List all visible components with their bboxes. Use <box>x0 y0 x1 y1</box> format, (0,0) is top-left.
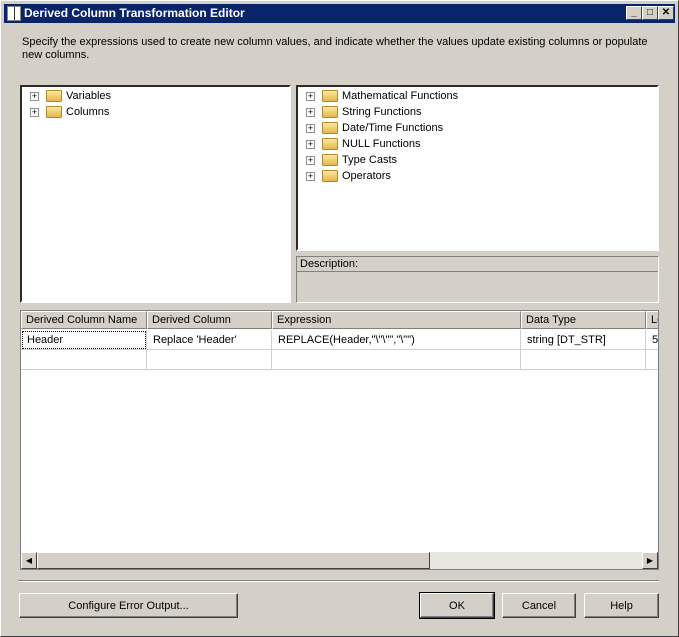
column-header-derived-column-name[interactable]: Derived Column Name <box>21 311 147 329</box>
scroll-left-icon[interactable]: ◀ <box>21 552 37 569</box>
new-row-cell[interactable] <box>21 350 147 370</box>
node-label: Operators <box>342 170 391 182</box>
cell-expression[interactable]: REPLACE(Header,"\"\"","\"") <box>272 330 521 350</box>
node-label: NULL Functions <box>342 138 421 150</box>
column-header-derived-column[interactable]: Derived Column <box>147 311 272 329</box>
new-row-cell[interactable] <box>646 350 658 370</box>
title-bar: Derived Column Transformation Editor _ □… <box>4 4 675 23</box>
expand-icon[interactable]: + <box>306 92 315 101</box>
folder-icon <box>46 106 62 118</box>
node-label: Mathematical Functions <box>342 90 459 102</box>
column-header-expression[interactable]: Expression <box>272 311 521 329</box>
expand-icon[interactable]: + <box>306 156 315 165</box>
minimize-button[interactable]: _ <box>626 6 642 20</box>
divider <box>18 580 659 582</box>
column-header-data-type[interactable]: Data Type <box>521 311 646 329</box>
folder-icon <box>322 154 338 166</box>
expand-icon[interactable]: + <box>306 108 315 117</box>
folder-icon <box>46 90 62 102</box>
ok-button[interactable]: OK <box>419 592 495 619</box>
horizontal-scrollbar[interactable]: ◀ ▶ <box>21 552 658 569</box>
cell-derived-column-name[interactable]: Header <box>21 330 147 350</box>
functions-tree[interactable]: + Mathematical Functions + String Function… <box>296 85 659 251</box>
node-label: String Functions <box>342 106 422 118</box>
column-header-length[interactable]: Le <box>646 311 658 329</box>
new-row-cell[interactable] <box>272 350 521 370</box>
new-row-cell[interactable] <box>521 350 646 370</box>
node-label: Date/Time Functions <box>342 122 444 134</box>
folder-icon <box>322 90 338 102</box>
node-label: Type Casts <box>342 154 398 166</box>
description-label: Description: <box>297 257 658 272</box>
configure-error-output-button[interactable]: Configure Error Output... <box>19 593 238 618</box>
expand-icon[interactable]: + <box>306 140 315 149</box>
cancel-button[interactable]: Cancel <box>502 593 576 618</box>
new-row-cell[interactable] <box>147 350 272 370</box>
description-box: Description: <box>296 256 659 303</box>
folder-icon <box>322 106 338 118</box>
scrollbar-thumb[interactable] <box>37 552 430 569</box>
folder-icon <box>322 170 338 182</box>
cell-data-type[interactable]: string [DT_STR] <box>521 330 646 350</box>
variables-columns-tree[interactable]: + Variables + Columns <box>20 85 291 303</box>
instructions-text: Specify the expressions used to create n… <box>22 36 648 61</box>
maximize-button[interactable]: □ <box>642 6 658 20</box>
node-label: Variables <box>66 90 112 102</box>
node-label: Columns <box>66 106 110 118</box>
cell-length[interactable]: 5 <box>646 330 658 350</box>
help-button[interactable]: Help <box>584 593 659 618</box>
derived-columns-grid[interactable]: Derived Column Name Derived Column Expre… <box>20 310 659 570</box>
expand-icon[interactable]: + <box>30 92 39 101</box>
expand-icon[interactable]: + <box>30 108 39 117</box>
folder-icon <box>322 138 338 150</box>
cell-derived-column[interactable]: Replace 'Header' <box>147 330 272 350</box>
close-button[interactable]: ✕ <box>658 6 674 20</box>
expand-icon[interactable]: + <box>306 172 315 181</box>
expand-icon[interactable]: + <box>306 124 315 133</box>
scroll-right-icon[interactable]: ▶ <box>642 552 658 569</box>
app-icon <box>7 6 21 21</box>
folder-icon <box>322 122 338 134</box>
window-title: Derived Column Transformation Editor <box>24 6 245 20</box>
